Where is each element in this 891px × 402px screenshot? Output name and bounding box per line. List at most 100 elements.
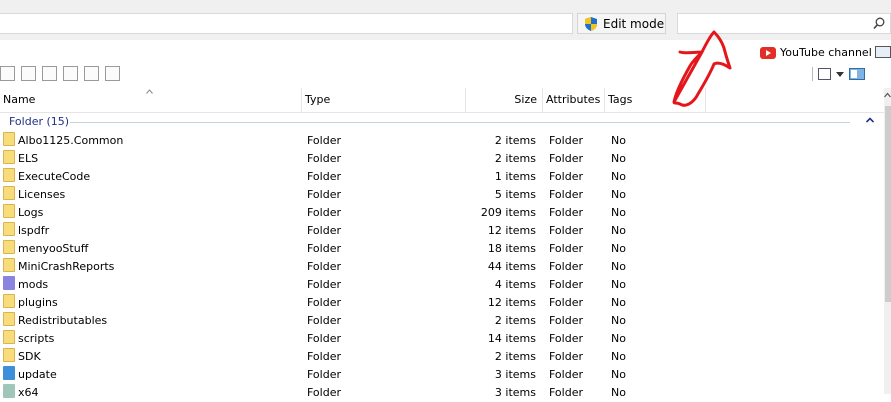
list-item[interactable]: Redistributables Folder 2 items Folder No: [0, 312, 884, 330]
text-document-icon[interactable]: [42, 66, 57, 81]
item-attributes: Folder: [549, 368, 583, 381]
scrollbar-thumb[interactable]: [885, 106, 891, 302]
list-item[interactable]: update Folder 3 items Folder No: [0, 366, 884, 384]
item-type: Folder: [307, 188, 341, 201]
uac-shield-icon: [585, 16, 597, 31]
item-size: 2 items: [494, 152, 536, 165]
details-view-icon[interactable]: [818, 68, 831, 80]
group-header-folder[interactable]: Folder (15): [0, 113, 884, 131]
list-item[interactable]: SDK Folder 2 items Folder No: [0, 348, 884, 366]
list-item[interactable]: mods Folder 4 items Folder No: [0, 276, 884, 294]
folder-icon: [3, 312, 15, 326]
column-attributes-label: Attributes: [546, 93, 601, 106]
item-name: Redistributables: [18, 314, 108, 327]
scroll-up-icon[interactable]: [884, 92, 891, 98]
item-size: 18 items: [487, 242, 536, 255]
item-type: Folder: [307, 260, 341, 273]
column-attributes[interactable]: Attributes: [543, 88, 605, 112]
folder-icon: [3, 204, 15, 218]
item-attributes: Folder: [549, 350, 583, 363]
folder-icon: [3, 330, 15, 344]
item-attributes: Folder: [549, 386, 583, 399]
update-folder-icon: [3, 366, 15, 380]
item-tags: No: [611, 260, 626, 273]
item-attributes: Folder: [549, 206, 583, 219]
folder-icon: [3, 348, 15, 362]
preview-pane-icon[interactable]: [849, 68, 865, 80]
item-tags: No: [611, 242, 626, 255]
item-size: 12 items: [487, 296, 536, 309]
window-icon[interactable]: [875, 46, 891, 58]
column-tags[interactable]: Tags: [605, 88, 706, 112]
document-icon[interactable]: [21, 66, 36, 81]
item-tags: No: [611, 206, 626, 219]
item-size: 4 items: [494, 278, 536, 291]
toolbar-separator: [812, 67, 813, 81]
group-label: Folder (15): [9, 115, 70, 128]
list-item[interactable]: menyooStuff Folder 18 items Folder No: [0, 240, 884, 258]
column-size[interactable]: Size: [466, 88, 543, 112]
item-size: 209 items: [480, 206, 536, 219]
upload-icon[interactable]: [63, 66, 78, 81]
item-name: Logs: [18, 206, 44, 219]
item-type: Folder: [307, 134, 341, 147]
list-item[interactable]: Logs Folder 209 items Folder No: [0, 204, 884, 222]
item-tags: No: [611, 296, 626, 309]
list-item[interactable]: MiniCrashReports Folder 44 items Folder No: [0, 258, 884, 276]
item-tags: No: [611, 224, 626, 237]
list-item[interactable]: lspdfr Folder 12 items Folder No: [0, 222, 884, 240]
item-tags: No: [611, 188, 626, 201]
item-tags: No: [611, 134, 626, 147]
youtube-play-icon: [760, 46, 776, 59]
search-input[interactable]: [677, 13, 891, 34]
copy-icon[interactable]: [84, 66, 99, 81]
column-type-label: Type: [305, 93, 331, 106]
column-type[interactable]: Type: [302, 88, 466, 112]
address-bar[interactable]: [0, 13, 573, 34]
collapse-chevron-icon[interactable]: [866, 117, 874, 123]
x64-folder-icon: [3, 384, 15, 398]
list-item[interactable]: Licenses Folder 5 items Folder No: [0, 186, 884, 204]
item-name: plugins: [18, 296, 58, 309]
item-type: Folder: [307, 350, 341, 363]
item-tags: No: [611, 368, 626, 381]
item-attributes: Folder: [549, 224, 583, 237]
item-type: Folder: [307, 242, 341, 255]
list-item[interactable]: plugins Folder 12 items Folder No: [0, 294, 884, 312]
list-item[interactable]: scripts Folder 14 items Folder No: [0, 330, 884, 348]
paste-icon[interactable]: [105, 66, 120, 81]
item-tags: No: [611, 332, 626, 345]
item-tags: No: [611, 386, 626, 399]
item-size: 3 items: [494, 386, 536, 399]
list-item[interactable]: ExecuteCode Folder 1 items Folder No: [0, 168, 884, 186]
vertical-scrollbar[interactable]: [884, 88, 891, 394]
item-size: 1 items: [494, 170, 536, 183]
folder-icon: [3, 168, 15, 182]
item-attributes: Folder: [549, 188, 583, 201]
item-name: x64: [18, 386, 39, 399]
item-type: Folder: [307, 170, 341, 183]
youtube-channel-label: YouTube channel: [780, 46, 872, 59]
list-item[interactable]: ELS Folder 2 items Folder No: [0, 150, 884, 168]
zoom-icon[interactable]: [0, 66, 15, 81]
edit-mode-button[interactable]: Edit mode: [577, 13, 666, 34]
youtube-channel-link[interactable]: YouTube channel: [760, 46, 872, 59]
item-name: mods: [18, 278, 49, 291]
column-tags-label: Tags: [608, 93, 633, 106]
item-type: Folder: [307, 368, 341, 381]
mods-folder-icon: [3, 276, 15, 290]
item-attributes: Folder: [549, 278, 583, 291]
item-name: MiniCrashReports: [18, 260, 115, 273]
item-size: 14 items: [487, 332, 536, 345]
item-type: Folder: [307, 206, 341, 219]
item-size: 2 items: [494, 314, 536, 327]
item-attributes: Folder: [549, 170, 583, 183]
toolbar: [0, 66, 120, 81]
list-item[interactable]: Albo1125.Common Folder 2 items Folder No: [0, 132, 884, 150]
view-options: [812, 67, 865, 81]
folder-icon: [3, 132, 15, 146]
item-name: ELS: [18, 152, 39, 165]
list-item[interactable]: x64 Folder 3 items Folder No: [0, 384, 884, 402]
chevron-down-icon[interactable]: [836, 71, 844, 77]
item-attributes: Folder: [549, 332, 583, 345]
